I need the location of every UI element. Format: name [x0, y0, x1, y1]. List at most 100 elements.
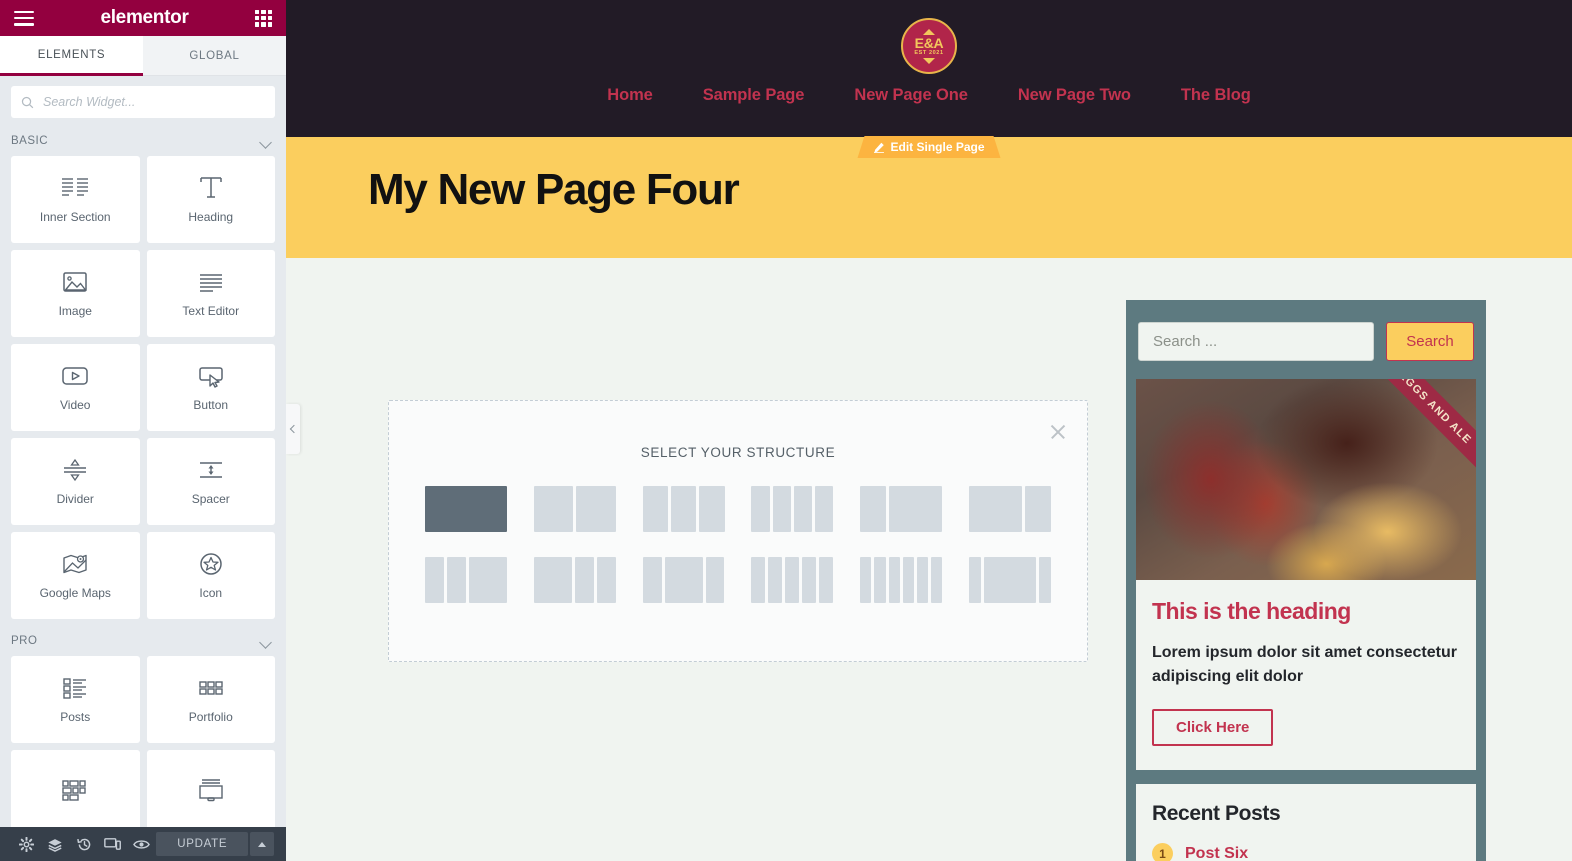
structure-preset-0-3[interactable]: [751, 486, 834, 532]
sidebar-search-button[interactable]: Search: [1386, 322, 1474, 361]
structure-preset-0-1[interactable]: [533, 486, 616, 532]
logo-established: EST 2021: [914, 50, 944, 56]
nav-item-sample-page[interactable]: Sample Page: [703, 86, 805, 105]
widget-search-wrap: [0, 76, 286, 126]
search-box[interactable]: [11, 86, 275, 118]
structure-column: [916, 557, 929, 603]
widget-google-maps[interactable]: Google Maps: [11, 532, 140, 619]
widget-button[interactable]: Button: [146, 344, 275, 431]
widget-text-editor[interactable]: Text Editor: [146, 250, 275, 337]
tab-elements[interactable]: ELEMENTS: [0, 36, 143, 76]
structure-column: [446, 557, 466, 603]
structure-column: [1024, 486, 1051, 532]
widget-portfolio[interactable]: Portfolio: [146, 656, 275, 743]
category-pro-header[interactable]: PRO: [0, 626, 286, 656]
structure-column: [874, 557, 886, 603]
image-icon: [63, 272, 88, 292]
structure-preset-1-5[interactable]: [969, 557, 1051, 603]
button-icon: [199, 367, 223, 388]
nav-item-new-page-two[interactable]: New Page Two: [1018, 86, 1131, 105]
nav-item-the-blog[interactable]: The Blog: [1181, 86, 1251, 105]
site-logo[interactable]: E&A EST 2021: [901, 18, 957, 74]
structure-preset-1-1[interactable]: [533, 557, 616, 603]
grid-apps-icon[interactable]: [254, 9, 272, 27]
widget-divider[interactable]: Divider: [11, 438, 140, 525]
structure-preset-0-5[interactable]: [969, 486, 1051, 532]
structure-column: [576, 486, 616, 532]
structure-column: [699, 486, 725, 532]
caret-up-icon[interactable]: [250, 832, 274, 856]
structure-column: [642, 486, 668, 532]
click-here-button[interactable]: Click Here: [1152, 709, 1274, 746]
widget-icon[interactable]: Icon: [146, 532, 275, 619]
category-pro-label: PRO: [11, 635, 38, 647]
portfolio-icon: [199, 681, 223, 695]
select-structure-dialog: SELECT YOUR STRUCTURE: [388, 400, 1088, 662]
tab-global[interactable]: GLOBAL: [143, 36, 286, 76]
structure-preset-row: [425, 557, 1051, 603]
page-title: My New Page Four: [368, 165, 740, 214]
widget-label: Divider: [56, 492, 94, 506]
widget-panel: elementor ELEMENTS GLOBAL BASIC: [0, 0, 286, 861]
structure-preset-1-2[interactable]: [642, 557, 725, 603]
logo-triangle-down-icon: [923, 57, 935, 64]
structure-preset-0-4[interactable]: [860, 486, 943, 532]
structure-column: [642, 557, 662, 603]
structure-preset-1-3[interactable]: [751, 557, 834, 603]
structure-column: [425, 486, 507, 532]
divider-icon: [64, 458, 87, 482]
card-text: Lorem ipsum dolor sit amet consectetur a…: [1152, 644, 1457, 685]
list-item[interactable]: 1 Post Six: [1152, 843, 1460, 861]
structure-column: [793, 486, 813, 532]
widget-posts[interactable]: Posts: [11, 656, 140, 743]
category-basic-header[interactable]: BASIC: [0, 126, 286, 156]
navigator-layers-icon[interactable]: [41, 827, 70, 861]
structure-column: [785, 557, 800, 603]
widget-video[interactable]: Video: [11, 344, 140, 431]
nav-item-new-page-one[interactable]: New Page One: [854, 86, 968, 105]
nav-item-home[interactable]: Home: [607, 86, 653, 105]
responsive-mode-icon[interactable]: [99, 827, 128, 861]
image-ribbon: EGGS AND ALE: [1372, 379, 1476, 471]
widget-heading[interactable]: Heading: [146, 156, 275, 243]
panel-footer: UPDATE: [0, 827, 286, 861]
structure-preset-1-4[interactable]: [860, 557, 943, 603]
widget-label: Posts: [60, 710, 91, 724]
widget-label: Inner Section: [39, 210, 111, 224]
structure-column: [860, 557, 872, 603]
logo-initials: E&A: [914, 34, 944, 51]
card-heading: This is the heading: [1152, 598, 1351, 624]
history-icon[interactable]: [70, 827, 99, 861]
widget-list-scroll[interactable]: BASIC Inner Section Heading Image Text E…: [0, 126, 286, 827]
structure-column: [969, 486, 1022, 532]
widget-inner-section[interactable]: Inner Section: [11, 156, 140, 243]
search-input[interactable]: [43, 95, 265, 109]
panel-collapse-handle[interactable]: [286, 404, 300, 454]
structure-column: [664, 557, 703, 603]
settings-gear-icon[interactable]: [12, 827, 41, 861]
spacer-icon: [199, 462, 222, 478]
widget-slides[interactable]: [146, 750, 275, 827]
structure-preset-0-2[interactable]: [642, 486, 725, 532]
recent-post-number: 1: [1152, 843, 1173, 861]
featured-card: EGGS AND ALE This is the heading Lorem i…: [1136, 379, 1476, 770]
widget-gallery[interactable]: [11, 750, 140, 827]
sidebar-search-input[interactable]: [1138, 322, 1374, 361]
edit-single-page-badge[interactable]: Edit Single Page: [857, 136, 1000, 158]
update-button[interactable]: UPDATE: [156, 832, 249, 856]
structure-preset-1-0[interactable]: [425, 557, 507, 603]
panel-header: elementor: [0, 0, 286, 36]
structure-column: [425, 557, 444, 603]
structure-column: [533, 486, 574, 532]
sidebar-search: Search: [1126, 322, 1486, 379]
recent-post-title[interactable]: Post Six: [1185, 845, 1248, 861]
structure-column: [751, 557, 766, 603]
preview-eye-icon[interactable]: [127, 827, 156, 861]
widget-image[interactable]: Image: [11, 250, 140, 337]
hamburger-icon[interactable]: [14, 10, 34, 26]
close-icon[interactable]: [1049, 423, 1067, 441]
edit-badge-label: Edit Single Page: [890, 140, 985, 154]
sidebar-widgets: Search EGGS AND ALE This is the heading …: [1126, 300, 1486, 861]
widget-spacer[interactable]: Spacer: [146, 438, 275, 525]
structure-preset-0-0[interactable]: [425, 486, 507, 532]
